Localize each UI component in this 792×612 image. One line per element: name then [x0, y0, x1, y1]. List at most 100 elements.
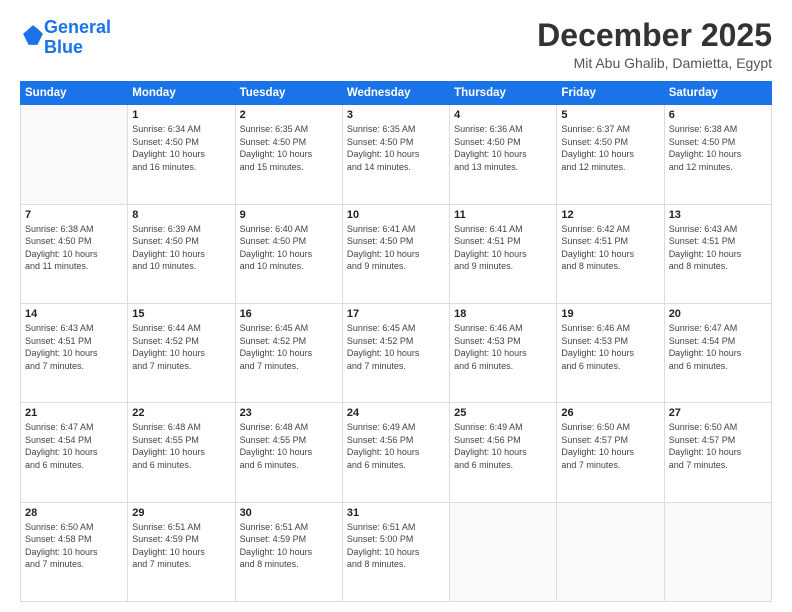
day-number: 29: [132, 507, 230, 519]
day-info: Sunrise: 6:49 AM Sunset: 4:56 PM Dayligh…: [454, 421, 552, 471]
table-row: 29 Sunrise: 6:51 AM Sunset: 4:59 PM Dayli…: [128, 502, 235, 601]
table-row: 5 Sunrise: 6:37 AM Sunset: 4:50 PM Daylig…: [557, 105, 664, 204]
logo: General Blue: [20, 18, 111, 58]
day-info: Sunrise: 6:42 AM Sunset: 4:51 PM Dayligh…: [561, 223, 659, 273]
day-number: 28: [25, 507, 123, 519]
day-number: 24: [347, 407, 445, 419]
table-row: 10Sunrise: 6:41 AM Sunset: 4:50 PM Dayli…: [342, 204, 449, 303]
day-number: 14: [25, 308, 123, 320]
day-info: Sunrise: 6:35 AM Sunset: 4:50 PM Dayligh…: [347, 123, 445, 173]
table-row: [664, 502, 771, 601]
day-number: 6: [669, 109, 767, 121]
table-row: 17Sunrise: 6:45 AM Sunset: 4:52 PM Dayli…: [342, 303, 449, 402]
table-row: 4Sunrise: 6:36 AM Sunset: 4:50 PM Daylig…: [450, 105, 557, 204]
day-info: Sunrise: 6:39 AM Sunset: 4:50 PM Dayligh…: [132, 223, 230, 273]
calendar-week-row: 21 Sunrise: 6:47 AM Sunset: 4:54 PM Dayli…: [21, 403, 772, 502]
table-row: 25 Sunrise: 6:49 AM Sunset: 4:56 PM Dayli…: [450, 403, 557, 502]
table-row: 9 Sunrise: 6:40 AM Sunset: 4:50 PM Daylig…: [235, 204, 342, 303]
day-info: Sunrise: 6:51 AM Sunset: 4:59 PM Dayligh…: [240, 521, 338, 571]
calendar-table: Sunday Monday Tuesday Wednesday Thursday…: [20, 81, 772, 602]
day-info: Sunrise: 6:34 AM Sunset: 4:50 PM Dayligh…: [132, 123, 230, 173]
day-number: 22: [132, 407, 230, 419]
table-row: 23 Sunrise: 6:48 AM Sunset: 4:55 PM Dayli…: [235, 403, 342, 502]
table-row: 14 Sunrise: 6:43 AM Sunset: 4:51 PM Dayli…: [21, 303, 128, 402]
day-number: 11: [454, 209, 552, 221]
logo-text: General Blue: [44, 18, 111, 58]
col-friday: Friday: [557, 82, 664, 105]
day-info: Sunrise: 6:46 AM Sunset: 4:53 PM Dayligh…: [454, 322, 552, 372]
table-row: 6 Sunrise: 6:38 AM Sunset: 4:50 PM Daylig…: [664, 105, 771, 204]
day-number: 21: [25, 407, 123, 419]
table-row: 11 Sunrise: 6:41 AM Sunset: 4:51 PM Dayli…: [450, 204, 557, 303]
month-title: December 2025: [537, 18, 772, 53]
day-info: Sunrise: 6:38 AM Sunset: 4:50 PM Dayligh…: [669, 123, 767, 173]
day-number: 31: [347, 507, 445, 519]
day-info: Sunrise: 6:47 AM Sunset: 4:54 PM Dayligh…: [25, 421, 123, 471]
day-number: 9: [240, 209, 338, 221]
table-row: 31 Sunrise: 6:51 AM Sunset: 5:00 PM Dayli…: [342, 502, 449, 601]
col-wednesday: Wednesday: [342, 82, 449, 105]
day-number: 26: [561, 407, 659, 419]
day-info: Sunrise: 6:50 AM Sunset: 4:57 PM Dayligh…: [561, 421, 659, 471]
day-info: Sunrise: 6:41 AM Sunset: 4:51 PM Dayligh…: [454, 223, 552, 273]
day-number: 5: [561, 109, 659, 121]
table-row: 26 Sunrise: 6:50 AM Sunset: 4:57 PM Dayli…: [557, 403, 664, 502]
day-info: Sunrise: 6:51 AM Sunset: 5:00 PM Dayligh…: [347, 521, 445, 571]
table-row: 30 Sunrise: 6:51 AM Sunset: 4:59 PM Dayli…: [235, 502, 342, 601]
day-info: Sunrise: 6:43 AM Sunset: 4:51 PM Dayligh…: [25, 322, 123, 372]
header: General Blue December 2025 Mit Abu Ghali…: [20, 18, 772, 71]
day-number: 7: [25, 209, 123, 221]
day-info: Sunrise: 6:38 AM Sunset: 4:50 PM Dayligh…: [25, 223, 123, 273]
table-row: 3Sunrise: 6:35 AM Sunset: 4:50 PM Daylig…: [342, 105, 449, 204]
table-row: [21, 105, 128, 204]
day-info: Sunrise: 6:51 AM Sunset: 4:59 PM Dayligh…: [132, 521, 230, 571]
day-number: 27: [669, 407, 767, 419]
day-number: 4: [454, 109, 552, 121]
col-monday: Monday: [128, 82, 235, 105]
table-row: 12 Sunrise: 6:42 AM Sunset: 4:51 PM Dayli…: [557, 204, 664, 303]
day-info: Sunrise: 6:48 AM Sunset: 4:55 PM Dayligh…: [240, 421, 338, 471]
day-number: 16: [240, 308, 338, 320]
day-info: Sunrise: 6:45 AM Sunset: 4:52 PM Dayligh…: [240, 322, 338, 372]
day-number: 1: [132, 109, 230, 121]
day-info: Sunrise: 6:46 AM Sunset: 4:53 PM Dayligh…: [561, 322, 659, 372]
table-row: 15Sunrise: 6:44 AM Sunset: 4:52 PM Dayli…: [128, 303, 235, 402]
day-info: Sunrise: 6:47 AM Sunset: 4:54 PM Dayligh…: [669, 322, 767, 372]
col-saturday: Saturday: [664, 82, 771, 105]
table-row: 24Sunrise: 6:49 AM Sunset: 4:56 PM Dayli…: [342, 403, 449, 502]
table-row: 1 Sunrise: 6:34 AM Sunset: 4:50 PM Daylig…: [128, 105, 235, 204]
day-number: 30: [240, 507, 338, 519]
calendar-week-row: 1 Sunrise: 6:34 AM Sunset: 4:50 PM Daylig…: [21, 105, 772, 204]
table-row: 2Sunrise: 6:35 AM Sunset: 4:50 PM Daylig…: [235, 105, 342, 204]
col-sunday: Sunday: [21, 82, 128, 105]
location: Mit Abu Ghalib, Damietta, Egypt: [537, 55, 772, 71]
day-number: 13: [669, 209, 767, 221]
day-number: 8: [132, 209, 230, 221]
logo-icon: [22, 24, 44, 46]
table-row: 16 Sunrise: 6:45 AM Sunset: 4:52 PM Dayli…: [235, 303, 342, 402]
day-info: Sunrise: 6:43 AM Sunset: 4:51 PM Dayligh…: [669, 223, 767, 273]
table-row: 21 Sunrise: 6:47 AM Sunset: 4:54 PM Dayli…: [21, 403, 128, 502]
day-number: 2: [240, 109, 338, 121]
day-number: 12: [561, 209, 659, 221]
day-info: Sunrise: 6:48 AM Sunset: 4:55 PM Dayligh…: [132, 421, 230, 471]
calendar-week-row: 28 Sunrise: 6:50 AM Sunset: 4:58 PM Dayli…: [21, 502, 772, 601]
day-info: Sunrise: 6:44 AM Sunset: 4:52 PM Dayligh…: [132, 322, 230, 372]
table-row: [557, 502, 664, 601]
day-info: Sunrise: 6:50 AM Sunset: 4:58 PM Dayligh…: [25, 521, 123, 571]
day-number: 19: [561, 308, 659, 320]
day-number: 17: [347, 308, 445, 320]
calendar-week-row: 7 Sunrise: 6:38 AM Sunset: 4:50 PM Daylig…: [21, 204, 772, 303]
day-info: Sunrise: 6:37 AM Sunset: 4:50 PM Dayligh…: [561, 123, 659, 173]
table-row: 19 Sunrise: 6:46 AM Sunset: 4:53 PM Dayli…: [557, 303, 664, 402]
table-row: 7 Sunrise: 6:38 AM Sunset: 4:50 PM Daylig…: [21, 204, 128, 303]
calendar-week-row: 14 Sunrise: 6:43 AM Sunset: 4:51 PM Dayli…: [21, 303, 772, 402]
day-number: 23: [240, 407, 338, 419]
day-number: 25: [454, 407, 552, 419]
day-number: 20: [669, 308, 767, 320]
day-info: Sunrise: 6:40 AM Sunset: 4:50 PM Dayligh…: [240, 223, 338, 273]
day-info: Sunrise: 6:50 AM Sunset: 4:57 PM Dayligh…: [669, 421, 767, 471]
table-row: 13 Sunrise: 6:43 AM Sunset: 4:51 PM Dayli…: [664, 204, 771, 303]
calendar-header-row: Sunday Monday Tuesday Wednesday Thursday…: [21, 82, 772, 105]
table-row: 27 Sunrise: 6:50 AM Sunset: 4:57 PM Dayli…: [664, 403, 771, 502]
